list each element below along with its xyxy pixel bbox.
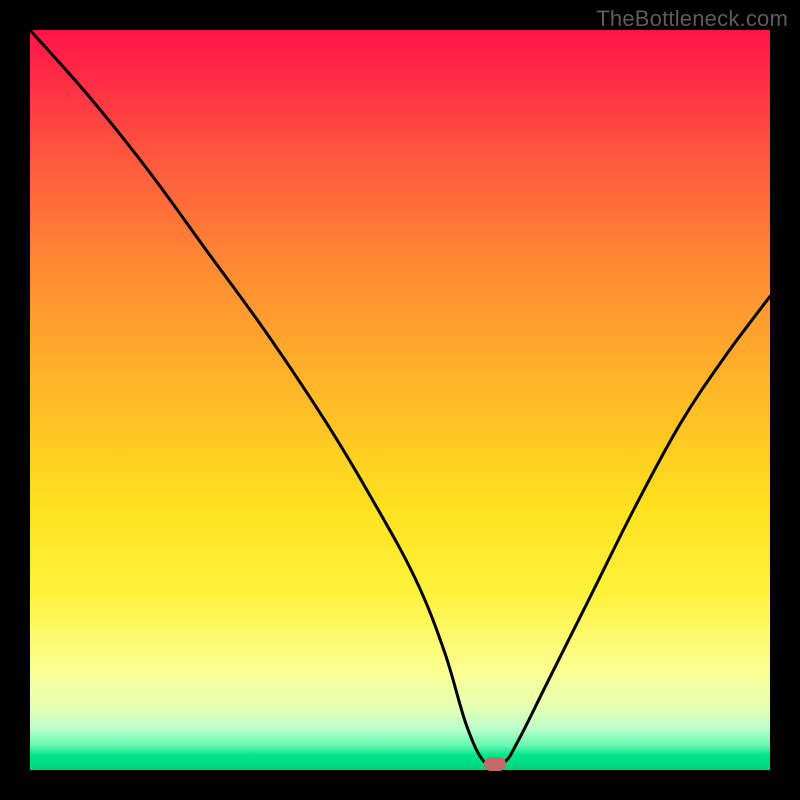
- plot-area: [30, 30, 770, 770]
- watermark-text: TheBottleneck.com: [596, 6, 788, 32]
- chart-frame: TheBottleneck.com: [0, 0, 800, 800]
- bottleneck-curve: [30, 30, 770, 770]
- optimal-point-marker: [484, 757, 506, 771]
